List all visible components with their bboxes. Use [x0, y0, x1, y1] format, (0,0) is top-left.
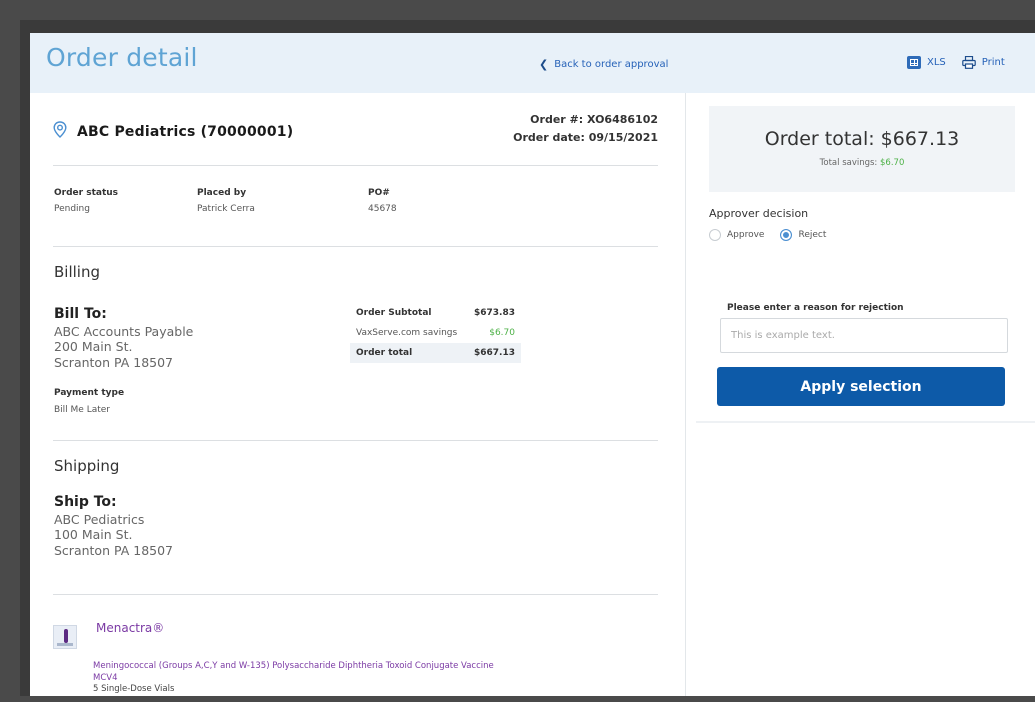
product-image[interactable]	[53, 625, 77, 649]
divider	[696, 421, 1035, 423]
chevron-left-icon: ❮	[539, 58, 549, 71]
total-savings-value: $6.70	[880, 158, 905, 168]
printer-icon[interactable]	[961, 56, 976, 69]
location-pin-icon	[53, 121, 67, 142]
header-tools: XLS Print	[907, 56, 1005, 69]
po-value: 45678	[368, 204, 397, 214]
divider	[53, 594, 658, 595]
product-name-link[interactable]: Menactra®	[96, 621, 164, 635]
order-total: Order total: $667.13	[764, 128, 960, 150]
order-meta: Order #: XO6486102 Order date: 09/15/202…	[513, 111, 658, 147]
divider	[53, 246, 658, 247]
approval-panel: Order total: $667.13 Total savings: $6.7…	[686, 93, 1035, 696]
approve-radio[interactable]	[709, 229, 721, 241]
total-savings: Total savings: $6.70	[709, 158, 1015, 168]
placed-by-label: Placed by	[197, 188, 247, 198]
placed-by-value: Patrick Cerra	[197, 204, 255, 214]
ship-to-line: 100 Main St.	[54, 527, 133, 542]
order-status-value: Pending	[54, 204, 90, 214]
po-label: PO#	[368, 188, 390, 198]
shipping-title: Shipping	[54, 457, 120, 475]
xls-button[interactable]: XLS	[927, 57, 946, 68]
summary-value: $6.70	[489, 328, 515, 338]
decision-radio-group: Approve Reject	[709, 229, 842, 241]
bill-to-label: Bill To:	[54, 306, 107, 322]
product-description: Meningococcal (Groups A,C,Y and W-135) P…	[93, 660, 494, 684]
order-info-panel: ABC Pediatrics (70000001) Order #: XO648…	[30, 93, 685, 696]
summary-label: Order total	[356, 348, 413, 358]
bill-to-line: ABC Accounts Payable	[54, 324, 194, 339]
spreadsheet-icon[interactable]	[907, 56, 921, 69]
summary-label: Order Subtotal	[356, 308, 432, 318]
divider	[53, 165, 658, 166]
order-detail-page: Order detail ❮ Back to order approval XL…	[30, 33, 1035, 696]
reject-radio[interactable]	[780, 229, 793, 241]
order-summary-table: Order Subtotal $673.83 VaxServe.com savi…	[350, 303, 521, 363]
divider	[53, 440, 658, 441]
ship-to-line: Scranton PA 18507	[54, 543, 174, 558]
payment-type-value: Bill Me Later	[54, 405, 110, 415]
summary-value: $667.13	[474, 348, 515, 358]
billing-title: Billing	[54, 263, 100, 281]
summary-value: $673.83	[474, 308, 515, 318]
reject-label[interactable]: Reject	[798, 230, 826, 240]
summary-label: VaxServe.com savings	[356, 328, 458, 338]
summary-row-savings: VaxServe.com savings $6.70	[350, 323, 521, 343]
customer-name: ABC Pediatrics (70000001)	[77, 123, 294, 140]
back-link-label: Back to order approval	[554, 59, 669, 70]
rejection-reason-input[interactable]	[720, 318, 1008, 353]
product-pack-size: 5 Single-Dose Vials	[93, 684, 175, 694]
summary-row-subtotal: Order Subtotal $673.83	[350, 303, 521, 323]
back-to-order-approval-link[interactable]: ❮ Back to order approval	[539, 58, 668, 71]
rejection-reason-label: Please enter a reason for rejection	[727, 303, 904, 313]
product-description-line: MCV4	[93, 673, 118, 683]
order-date: Order date: 09/15/2021	[513, 131, 658, 144]
order-total-box: Order total: $667.13 Total savings: $6.7…	[709, 106, 1015, 192]
order-status-label: Order status	[54, 188, 119, 198]
ship-to-line: ABC Pediatrics	[54, 512, 145, 527]
print-button[interactable]: Print	[982, 57, 1005, 68]
ship-to-label: Ship To:	[54, 494, 117, 510]
order-number: Order #: XO6486102	[530, 113, 658, 126]
bill-to-line: Scranton PA 18507	[54, 355, 174, 370]
payment-type-label: Payment type	[54, 388, 125, 398]
customer-heading: ABC Pediatrics (70000001)	[53, 121, 293, 142]
summary-row-total: Order total $667.13	[350, 343, 521, 363]
apply-selection-button[interactable]: Apply selection	[717, 367, 1005, 406]
page-title: Order detail	[46, 43, 198, 72]
bill-to-line: 200 Main St.	[54, 339, 133, 354]
product-description-line: Meningococcal (Groups A,C,Y and W-135) P…	[93, 661, 494, 671]
approver-decision-title: Approver decision	[709, 207, 809, 220]
page-header: Order detail ❮ Back to order approval XL…	[30, 33, 1035, 93]
approve-label[interactable]: Approve	[727, 230, 764, 240]
total-savings-label: Total savings:	[819, 158, 878, 168]
